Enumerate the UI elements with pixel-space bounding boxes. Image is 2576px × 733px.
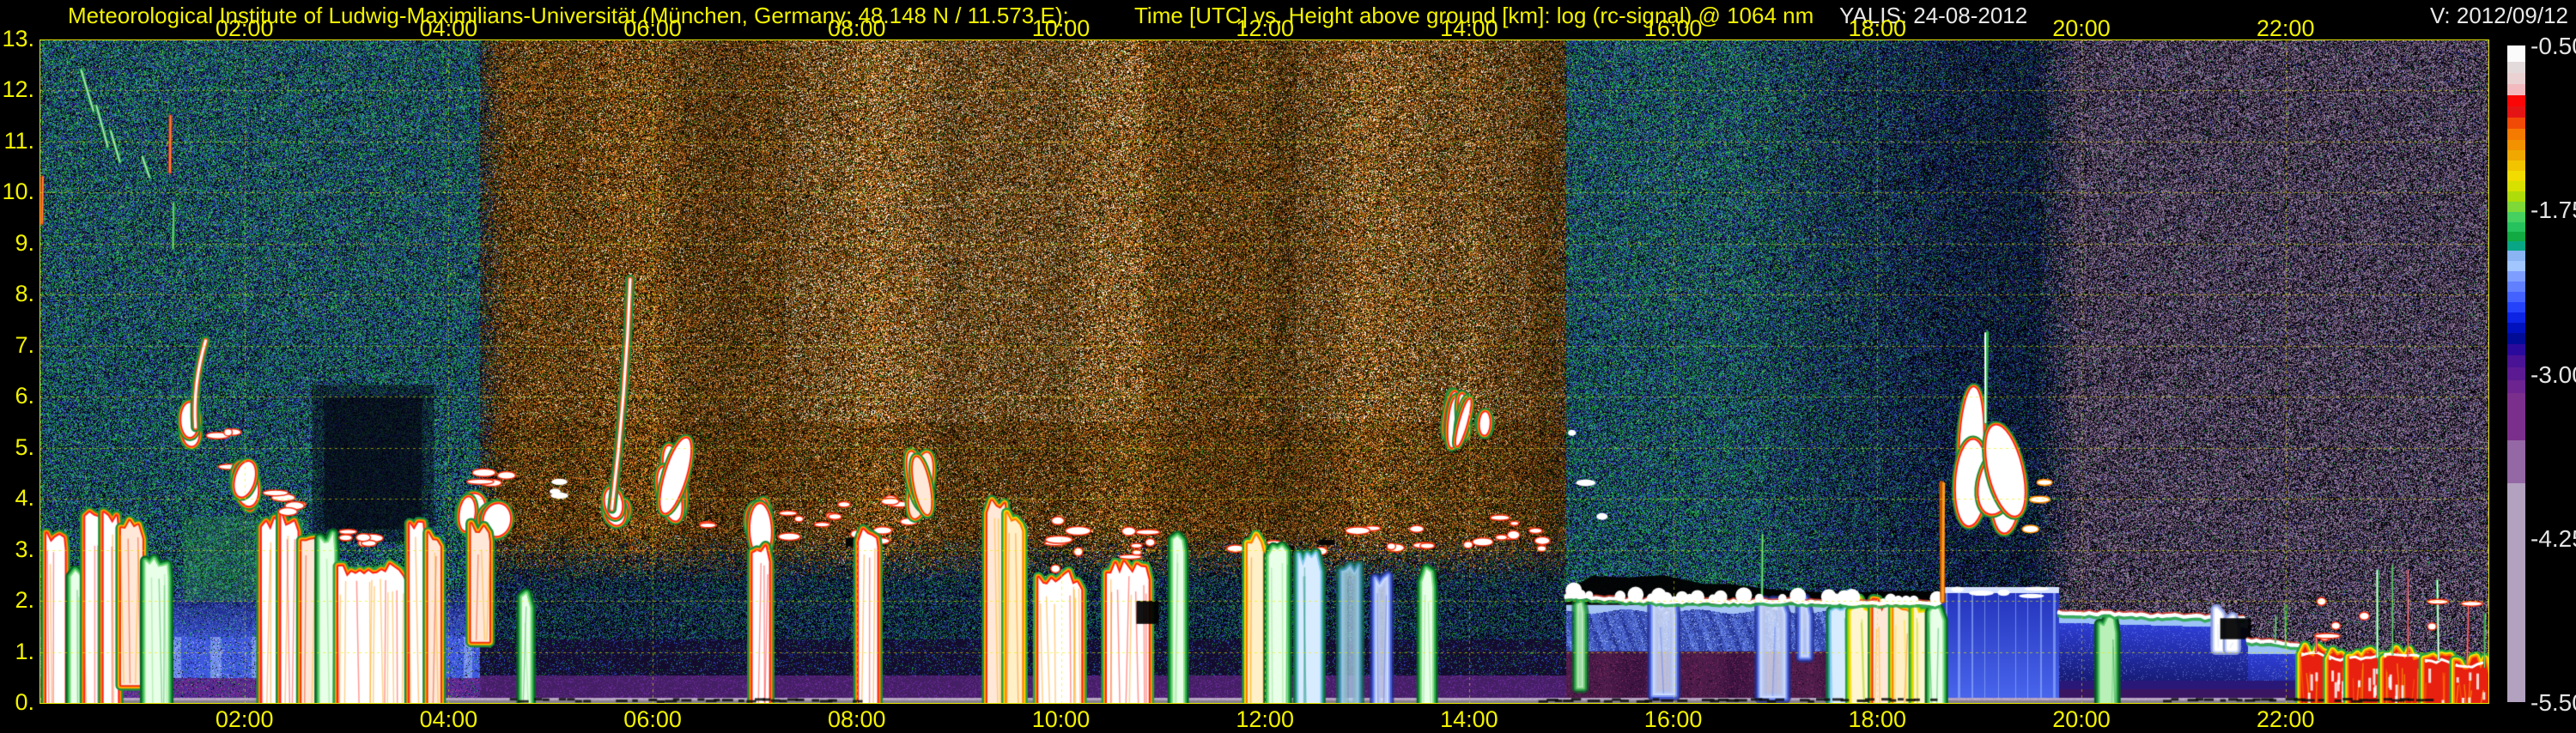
colorbar-tick--0.50: -0.50 bbox=[2530, 33, 2576, 59]
colorbar-segment bbox=[2507, 45, 2525, 62]
colorbar-segment bbox=[2507, 271, 2525, 282]
x-tick-bottom-02:00: 02:00 bbox=[215, 706, 274, 732]
x-tick-top-10:00: 10:00 bbox=[1031, 15, 1091, 41]
colorbar-segment bbox=[2507, 380, 2525, 393]
colorbar-segment bbox=[2507, 344, 2525, 355]
lidar-plot-canvas bbox=[40, 40, 2489, 704]
colorbar-segment bbox=[2507, 292, 2525, 302]
colorbar bbox=[2507, 45, 2525, 702]
colorbar-tick--3.00: -3.00 bbox=[2530, 360, 2576, 388]
y-tick-8: 8. bbox=[15, 281, 34, 307]
x-tick-top-04:00: 04:00 bbox=[419, 15, 478, 41]
colorbar-segment bbox=[2507, 323, 2525, 333]
colorbar-segment bbox=[2507, 232, 2525, 241]
y-tick-7: 7. bbox=[15, 331, 34, 358]
colorbar-segment bbox=[2507, 440, 2525, 483]
colorbar-segment bbox=[2507, 483, 2525, 702]
y-tick-1: 1. bbox=[15, 638, 34, 664]
y-tick-2: 2. bbox=[15, 587, 34, 614]
colorbar-segment bbox=[2507, 106, 2525, 118]
y-tick-0: 0. bbox=[15, 689, 34, 715]
x-tick-bottom-12:00: 12:00 bbox=[1236, 706, 1294, 732]
colorbar-segment bbox=[2507, 191, 2525, 202]
x-tick-bottom-16:00: 16:00 bbox=[1643, 706, 1703, 732]
y-tick-9: 9. bbox=[15, 229, 34, 256]
colorbar-tick--5.50: -5.50 bbox=[2530, 689, 2576, 716]
x-tick-top-20:00: 20:00 bbox=[2052, 15, 2111, 41]
colorbar-segment bbox=[2507, 150, 2525, 161]
colorbar-segment bbox=[2507, 393, 2525, 440]
colorbar-segment bbox=[2507, 241, 2525, 251]
colorbar-segment bbox=[2507, 129, 2525, 140]
x-tick-bottom-20:00: 20:00 bbox=[2052, 706, 2111, 732]
colorbar-tick--1.75: -1.75 bbox=[2530, 197, 2576, 224]
x-tick-bottom-18:00: 18:00 bbox=[1848, 706, 1907, 732]
colorbar-segment bbox=[2507, 181, 2525, 191]
y-tick-11: 11. bbox=[3, 127, 34, 154]
x-tick-bottom-14:00: 14:00 bbox=[1440, 706, 1498, 732]
x-tick-top-18:00: 18:00 bbox=[1848, 15, 1907, 41]
colorbar-segment bbox=[2507, 367, 2525, 380]
colorbar-segment bbox=[2507, 171, 2525, 181]
colorbar-segment bbox=[2507, 355, 2525, 367]
colorbar-segment bbox=[2507, 222, 2525, 232]
y-tick-13: 13. bbox=[2, 26, 34, 52]
colorbar-segment bbox=[2507, 84, 2525, 95]
y-tick-10: 10. bbox=[2, 179, 34, 205]
x-tick-bottom-22:00: 22:00 bbox=[2256, 706, 2315, 732]
colorbar-segment bbox=[2507, 251, 2525, 261]
colorbar-segment bbox=[2507, 95, 2525, 106]
y-tick-12: 12. bbox=[2, 76, 34, 103]
y-tick-4: 4. bbox=[15, 485, 34, 512]
colorbar-segment bbox=[2507, 282, 2525, 292]
colorbar-segment bbox=[2507, 73, 2525, 84]
x-tick-bottom-06:00: 06:00 bbox=[623, 706, 682, 732]
x-tick-bottom-08:00: 08:00 bbox=[828, 706, 886, 732]
colorbar-segment bbox=[2507, 312, 2525, 323]
y-tick-5: 5. bbox=[15, 433, 34, 460]
y-tick-6: 6. bbox=[15, 383, 34, 409]
x-tick-top-02:00: 02:00 bbox=[215, 15, 274, 41]
x-tick-top-14:00: 14:00 bbox=[1440, 15, 1498, 41]
colorbar-segment bbox=[2507, 118, 2525, 129]
colorbar-segment bbox=[2507, 261, 2525, 271]
y-tick-3: 3. bbox=[15, 536, 34, 562]
version-label: V: 2012/09/12 bbox=[2430, 3, 2568, 28]
colorbar-segment bbox=[2507, 62, 2525, 73]
x-tick-top-12:00: 12:00 bbox=[1236, 15, 1294, 41]
colorbar-segment bbox=[2507, 302, 2525, 312]
x-tick-bottom-04:00: 04:00 bbox=[419, 706, 478, 732]
x-tick-top-22:00: 22:00 bbox=[2256, 15, 2315, 41]
colorbar-segment bbox=[2507, 161, 2525, 171]
colorbar-tick--4.25: -4.25 bbox=[2530, 524, 2576, 552]
colorbar-segment bbox=[2507, 140, 2525, 150]
x-tick-top-08:00: 08:00 bbox=[828, 15, 886, 41]
colorbar-segment bbox=[2507, 333, 2525, 344]
colorbar-segment bbox=[2507, 212, 2525, 222]
x-tick-top-16:00: 16:00 bbox=[1643, 15, 1703, 41]
colorbar-segment bbox=[2507, 202, 2525, 212]
x-tick-bottom-10:00: 10:00 bbox=[1031, 706, 1091, 732]
x-tick-top-06:00: 06:00 bbox=[623, 15, 682, 41]
lidar-quicklook-page: { "header": { "institute": "Meteorologic… bbox=[0, 0, 2576, 732]
